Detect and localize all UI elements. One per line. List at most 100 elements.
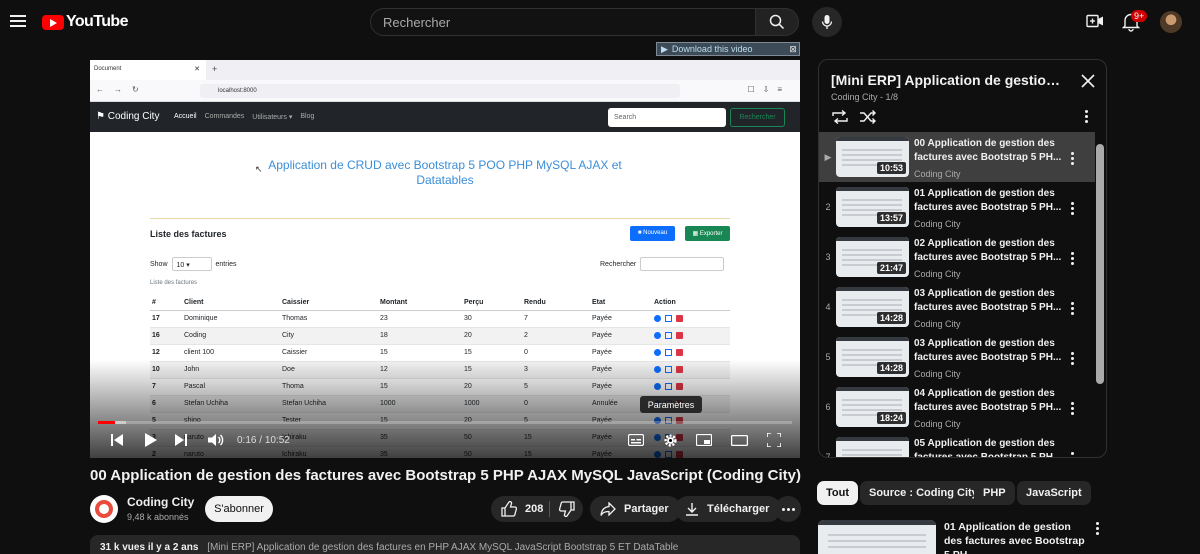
trash-icon [676, 331, 683, 339]
description-box[interactable]: 31 k vues il y a 2 ans [Mini ERP] Applic… [90, 535, 800, 554]
playlist-title[interactable]: [Mini ERP] Application de gestion des fa… [831, 72, 1067, 88]
progress-bar[interactable] [98, 421, 792, 424]
browser-tab: Document ✕ [90, 60, 206, 80]
playlist-item-thumbnail[interactable]: 14:28 [836, 287, 909, 327]
download-button[interactable]: Télécharger [675, 496, 782, 522]
playlist-item-more-button[interactable] [1071, 352, 1075, 365]
next-button[interactable] [174, 432, 188, 448]
table-action-cell [652, 344, 730, 362]
chip-php[interactable]: PHP [974, 481, 1015, 505]
fullscreen-button[interactable] [765, 432, 783, 448]
settings-button[interactable] [661, 432, 679, 448]
playlist-scrollbar[interactable] [1096, 144, 1104, 384]
table-cell: 2 [522, 327, 590, 345]
chip-javascript[interactable]: JavaScript [1017, 481, 1091, 505]
create-button[interactable] [1086, 12, 1104, 30]
playlist-item-index: 6 [825, 402, 831, 412]
like-button[interactable]: 208 [491, 496, 549, 522]
cursor-icon: ↖ [255, 164, 263, 174]
skip-previous-icon [111, 434, 123, 446]
playlist-item[interactable]: 2 13:57 01 Application de gestion des fact… [819, 182, 1095, 232]
previous-button[interactable] [110, 432, 124, 448]
theater-mode-button[interactable] [730, 432, 748, 448]
volume-button[interactable] [207, 432, 225, 448]
playlist-item[interactable]: 5 14:28 03 Application de gestion des fact… [819, 332, 1095, 382]
table-header-cell: Action [652, 295, 730, 311]
table-cell: 17 [150, 310, 182, 328]
miniplayer-button[interactable] [695, 432, 713, 448]
user-avatar[interactable] [1160, 11, 1182, 33]
chip-all[interactable]: Tout [817, 481, 859, 505]
table-cell: 23 [378, 310, 462, 328]
table-cell: client 100 [182, 344, 280, 362]
playlist-item[interactable]: ▶ 10:53 00 Application de gestion des fact… [819, 132, 1095, 182]
playlist-item-thumbnail[interactable]: 18:24 [836, 387, 909, 427]
share-button[interactable]: Partager [590, 496, 681, 522]
playlist-item-more-button[interactable] [1071, 452, 1075, 457]
playlist-item[interactable]: 7 05 Application de gestion des factures … [819, 432, 1095, 457]
table-row: 17 Dominique Thomas 23 30 7 Payée [150, 310, 730, 328]
progress-fill [98, 421, 116, 424]
table-cell: City [280, 327, 378, 345]
theater-icon [730, 434, 748, 446]
close-icon[interactable]: ⊠ [787, 44, 799, 55]
description-text: [Mini ERP] Application de gestion des fa… [207, 542, 679, 553]
download-video-banner[interactable]: ▶ Download this video ⊠ [656, 42, 800, 56]
more-actions-button[interactable] [775, 496, 801, 522]
playlist-item-thumbnail[interactable]: 13:57 [836, 187, 909, 227]
menu-icon[interactable] [10, 12, 26, 30]
search-input[interactable] [370, 8, 756, 36]
chip-source[interactable]: Source : Coding City [860, 481, 987, 505]
voice-search-button[interactable] [812, 7, 842, 37]
playlist-item-more-button[interactable] [1071, 402, 1075, 415]
playlist-item-thumbnail[interactable]: 10:53 [836, 137, 909, 177]
view-count-date: 31 k vues il y a 2 ans [100, 542, 199, 553]
dislike-button[interactable] [551, 496, 583, 522]
recommended-thumbnail[interactable] [818, 520, 936, 554]
subtitles-button[interactable] [627, 432, 645, 448]
search-button[interactable] [755, 8, 799, 36]
new-invoice-button: ■ Nouveau [630, 226, 675, 241]
shuffle-button[interactable] [859, 110, 877, 129]
playlist-item-more-button[interactable] [1071, 202, 1075, 215]
playlist-item-more-button[interactable] [1071, 252, 1075, 265]
playlist-item-thumbnail[interactable]: 14:28 [836, 337, 909, 377]
table-header-cell: # [150, 295, 182, 311]
recommended-video[interactable]: 01 Application de gestion des factures a… [818, 518, 1108, 554]
duration-badge: 14:28 [876, 362, 906, 374]
gear-icon [663, 433, 677, 447]
play-button[interactable] [144, 432, 158, 448]
video-player[interactable]: Document ✕ + ←→↻ localhost:8000 ☐⇩≡ ⚑ Cod… [90, 60, 800, 458]
table-cell: 15 [462, 344, 522, 362]
trash-icon [676, 348, 683, 356]
youtube-play-icon [42, 14, 64, 30]
playlist-item-more-button[interactable] [1071, 152, 1075, 165]
channel-name[interactable]: Coding City [127, 495, 194, 509]
playlist-item[interactable]: 3 21:47 02 Application de gestion des fact… [819, 232, 1095, 282]
subtitles-icon [628, 434, 644, 446]
close-playlist-button[interactable] [1081, 74, 1095, 88]
browser-toolbar-icons: ☐⇩≡ [747, 85, 790, 94]
table-action-cell [652, 327, 730, 345]
site-search-button: Rechercher [730, 108, 785, 127]
playlist-item-title: 03 Application de gestion des factures a… [914, 288, 1062, 313]
recommended-more-button[interactable] [1096, 522, 1100, 536]
playlist-item-index: 5 [825, 352, 831, 362]
close-icon [1081, 74, 1095, 88]
playlist-item-thumbnail[interactable] [836, 437, 909, 457]
playlist-item-title: 00 Application de gestion des factures a… [914, 138, 1062, 163]
site-brand: ⚑ Coding City [96, 111, 160, 122]
duration-badge: 13:57 [876, 212, 906, 224]
playlist-item[interactable]: 6 18:24 04 Application de gestion des fact… [819, 382, 1095, 432]
playlist-item[interactable]: 4 14:28 03 Application de gestion des fact… [819, 282, 1095, 332]
duration-badge: 10:53 [876, 162, 906, 174]
youtube-logo[interactable]: YouTube [42, 13, 128, 31]
loop-button[interactable] [831, 109, 849, 129]
playlist-more-button[interactable] [1085, 110, 1089, 124]
subscribe-button[interactable]: S'abonner [205, 496, 273, 522]
playlist-item-thumbnail[interactable]: 21:47 [836, 237, 909, 277]
playlist-item-more-button[interactable] [1071, 302, 1075, 315]
channel-avatar[interactable] [90, 495, 118, 523]
table-header-cell: Perçu [462, 295, 522, 311]
table-header-cell: Client [182, 295, 280, 311]
